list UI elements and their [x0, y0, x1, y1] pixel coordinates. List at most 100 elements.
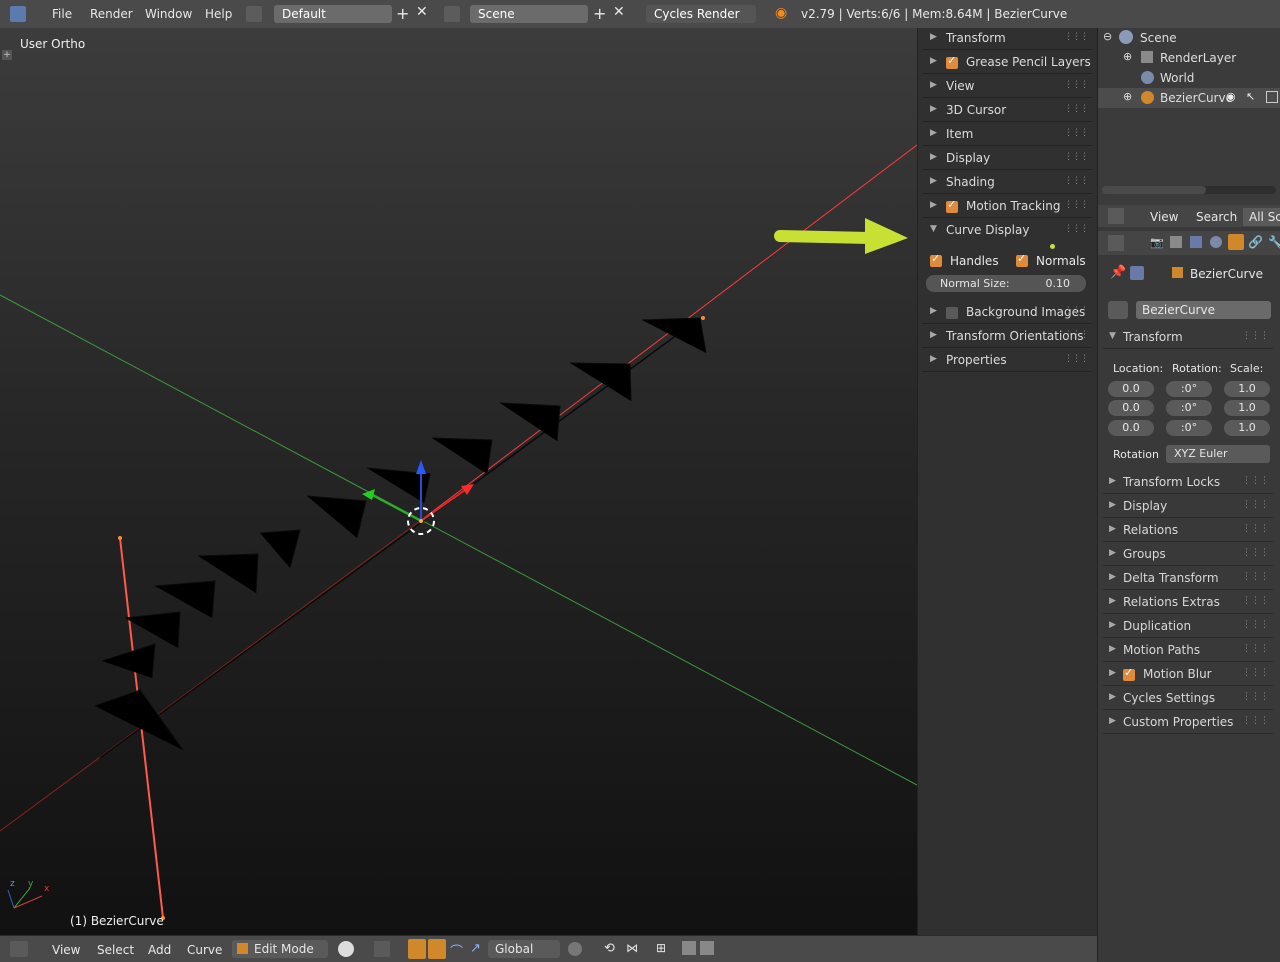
- proportional-falloff-icon[interactable]: ⟲: [604, 941, 615, 956]
- location-x-field[interactable]: 0.0: [1108, 381, 1154, 397]
- menu-view[interactable]: View: [52, 943, 80, 957]
- outliner-item-world[interactable]: World: [1098, 68, 1280, 88]
- menu-window[interactable]: Window: [145, 7, 192, 21]
- outliner-item-beziercurve[interactable]: ⊕ BezierCurve ◉ ↖: [1098, 88, 1280, 108]
- outliner-item-scene[interactable]: ⊖ Scene: [1098, 28, 1280, 48]
- renderlayer-tab-icon[interactable]: [1170, 236, 1182, 248]
- proportional-edit-icon[interactable]: [568, 942, 582, 956]
- panel-duplication[interactable]: ▶ Duplication ⋮⋮⋮: [1103, 616, 1273, 638]
- scale-manipulator-icon[interactable]: ↗: [470, 941, 481, 956]
- rotate-manipulator-icon[interactable]: ⌒: [450, 941, 463, 960]
- header-view-menu[interactable]: View: [1150, 210, 1178, 224]
- scene-icon[interactable]: [444, 6, 460, 22]
- panel-motion-paths[interactable]: ▶ Motion Paths ⋮⋮⋮: [1103, 640, 1273, 662]
- menu-add[interactable]: Add: [148, 943, 171, 957]
- panel-delta-transform[interactable]: ▶ Delta Transform ⋮⋮⋮: [1103, 568, 1273, 590]
- panel-motion-blur[interactable]: ▶Motion Blur⋮⋮⋮: [1103, 664, 1273, 686]
- panel-properties[interactable]: ▶ Properties ⋮⋮⋮: [922, 350, 1092, 372]
- scale-x-field[interactable]: 1.0: [1224, 381, 1270, 397]
- panel-shading[interactable]: ▶ Shading ⋮⋮⋮: [922, 172, 1092, 194]
- handles-checkbox[interactable]: [930, 252, 942, 267]
- grease-pencil-checkbox[interactable]: [946, 54, 958, 69]
- expand-icon[interactable]: ⊕: [1123, 50, 1132, 63]
- motion-blur-checkbox[interactable]: [1123, 666, 1135, 681]
- panel-transform[interactable]: ▶ Transform ⋮⋮⋮: [922, 28, 1092, 50]
- outliner-item-renderlayer[interactable]: ⊕ RenderLayer: [1098, 48, 1280, 68]
- modifiers-tab-icon[interactable]: 🔧: [1268, 235, 1280, 249]
- info-editor-icon[interactable]: [10, 6, 26, 22]
- world-tab-icon[interactable]: [1210, 236, 1222, 248]
- background-images-checkbox[interactable]: [946, 307, 958, 319]
- constraints-tab-icon[interactable]: 🔗: [1248, 235, 1263, 249]
- panel-background-images[interactable]: ▶ Background Images ⋮⋮⋮: [922, 302, 1092, 324]
- editor-type-icon[interactable]: [1108, 208, 1124, 224]
- render-still-icon[interactable]: [682, 941, 696, 955]
- display-filter-select[interactable]: All Sc: [1243, 208, 1280, 226]
- object-datablock-icon[interactable]: [1108, 301, 1128, 319]
- visibility-eye-icon[interactable]: ◉: [1226, 90, 1236, 103]
- rotation-z-field[interactable]: :0°: [1166, 420, 1212, 436]
- panel-display[interactable]: ▶ Display ⋮⋮⋮: [922, 148, 1092, 170]
- scene-tab-icon[interactable]: [1190, 236, 1202, 248]
- scene-field[interactable]: Scene: [470, 5, 588, 23]
- snap-toggle-icon[interactable]: ⋈: [626, 941, 638, 955]
- location-y-field[interactable]: 0.0: [1108, 400, 1154, 416]
- rotation-x-field[interactable]: :0°: [1166, 381, 1212, 397]
- render-animation-icon[interactable]: [700, 941, 714, 955]
- object-name-field[interactable]: BezierCurve: [1136, 301, 1271, 319]
- panel-cycles-settings[interactable]: ▶ Cycles Settings ⋮⋮⋮: [1103, 688, 1273, 710]
- object-tab-icon[interactable]: [1228, 234, 1244, 250]
- panel-display[interactable]: ▶ Display ⋮⋮⋮: [1103, 496, 1273, 518]
- translate-manipulator-icon[interactable]: [428, 939, 446, 959]
- pivot-point-icon[interactable]: [374, 941, 390, 957]
- render-tab-icon[interactable]: 📷: [1150, 236, 1164, 249]
- rotation-mode-select[interactable]: XYZ Euler: [1166, 445, 1270, 463]
- screen-layout-field[interactable]: Default: [274, 5, 392, 23]
- panel-object-transform[interactable]: ▼ Transform ⋮⋮⋮: [1103, 327, 1273, 349]
- manipulator-toggle-icon[interactable]: [408, 939, 426, 959]
- add-scene-button[interactable]: +: [593, 4, 606, 23]
- select-cursor-icon[interactable]: ↖: [1246, 90, 1255, 103]
- render-camera-icon[interactable]: [1266, 91, 1278, 103]
- scale-z-field[interactable]: 1.0: [1224, 420, 1270, 436]
- panel-relations-extras[interactable]: ▶ Relations Extras ⋮⋮⋮: [1103, 592, 1273, 614]
- close-layout-button[interactable]: ✕: [416, 4, 428, 20]
- panel-grease-pencil[interactable]: ▶Grease Pencil Layers: [922, 52, 1092, 74]
- panel-view[interactable]: ▶ View ⋮⋮⋮: [922, 76, 1092, 98]
- 3d-viewport[interactable]: User Ortho + x y z (1) BezierCurve: [0, 28, 917, 935]
- close-scene-button[interactable]: ✕: [613, 4, 625, 20]
- render-engine-select[interactable]: Cycles Render: [646, 5, 756, 23]
- menu-help[interactable]: Help: [205, 7, 232, 21]
- panel-relations[interactable]: ▶ Relations ⋮⋮⋮: [1103, 520, 1273, 542]
- pin-icon[interactable]: 📌: [1110, 265, 1126, 280]
- rotation-y-field[interactable]: :0°: [1166, 400, 1212, 416]
- snap-element-icon[interactable]: ⊞: [656, 941, 666, 955]
- normals-checkbox[interactable]: [1016, 252, 1028, 267]
- expand-icon[interactable]: ⊕: [1123, 90, 1132, 103]
- location-z-field[interactable]: 0.0: [1108, 420, 1154, 436]
- screen-layout-icon[interactable]: [246, 6, 262, 22]
- panel-curve-display[interactable]: ▼ Curve Display ⋮⋮⋮: [922, 220, 1092, 242]
- collapse-icon[interactable]: ⊖: [1103, 30, 1112, 43]
- properties-editor-icon[interactable]: [1108, 235, 1124, 251]
- editor-type-icon[interactable]: [10, 941, 28, 957]
- panel-3d-cursor[interactable]: ▶ 3D Cursor ⋮⋮⋮: [922, 100, 1092, 122]
- transform-orientation-select[interactable]: Global: [488, 940, 560, 958]
- panel-transform-orientations[interactable]: ▶ Transform Orientations ⋮⋮⋮: [922, 326, 1092, 348]
- panel-item[interactable]: ▶ Item ⋮⋮⋮: [922, 124, 1092, 146]
- outliner-scrollbar[interactable]: [1102, 186, 1276, 194]
- panel-motion-tracking[interactable]: ▶Motion Tracking⋮⋮⋮: [922, 196, 1092, 218]
- panel-custom-properties[interactable]: ▶ Custom Properties ⋮⋮⋮: [1103, 712, 1273, 734]
- add-layout-button[interactable]: +: [396, 4, 409, 23]
- menu-curve[interactable]: Curve: [187, 943, 222, 957]
- scale-y-field[interactable]: 1.0: [1224, 400, 1270, 416]
- normal-size-slider[interactable]: Normal Size: 0.10: [926, 275, 1086, 292]
- panel-groups[interactable]: ▶ Groups ⋮⋮⋮: [1103, 544, 1273, 566]
- menu-render[interactable]: Render: [90, 7, 133, 21]
- menu-file[interactable]: File: [52, 7, 72, 21]
- menu-select[interactable]: Select: [97, 943, 134, 957]
- mode-select[interactable]: Edit Mode: [232, 940, 328, 958]
- panel-transform-locks[interactable]: ▶ Transform Locks ⋮⋮⋮: [1103, 472, 1273, 494]
- motion-tracking-checkbox[interactable]: [946, 198, 958, 213]
- viewport-shading-icon[interactable]: [338, 941, 354, 957]
